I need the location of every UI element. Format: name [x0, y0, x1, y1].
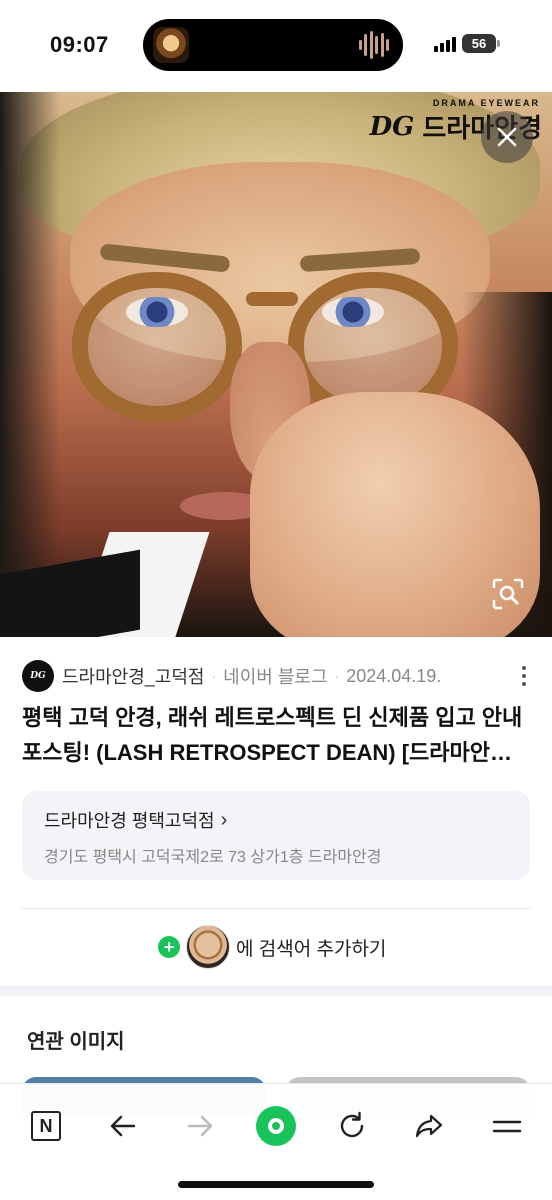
status-time: 09:07 [50, 32, 109, 57]
home-indicator[interactable] [178, 1181, 374, 1188]
back-button[interactable] [99, 1102, 147, 1150]
dynamic-island[interactable] [143, 19, 403, 71]
place-address: 경기도 평택시 고덕국제2로 73 상가1층 드라마안경 [44, 849, 382, 866]
search-thumbnail [186, 925, 230, 969]
section-separator [0, 986, 552, 996]
forward-icon [187, 1115, 213, 1137]
green-home-button[interactable] [252, 1102, 300, 1150]
place-card[interactable]: 드라마안경 평택고덕점 › 경기도 평택시 고덕국제2로 73 상가1층 드라마… [22, 791, 530, 880]
source-type: 네이버 블로그 [223, 667, 328, 687]
back-icon [110, 1115, 136, 1137]
naver-home-icon: N [31, 1111, 61, 1141]
brand-logo-mark: DG [369, 111, 415, 142]
result-title[interactable]: 평택 고덕 안경, 래쉬 레트로스펙트 딘 신제품 입고 안내 포스팅! (LA… [22, 700, 532, 770]
plus-icon: + [158, 936, 180, 958]
reload-icon [340, 1111, 364, 1138]
share-icon [415, 1114, 443, 1138]
add-search-keyword-button[interactable]: + 에 검색어 추가하기 [158, 925, 386, 969]
status-bar: 09:07 56 [0, 0, 552, 92]
green-home-icon [256, 1106, 296, 1146]
chevron-right-icon: › [220, 808, 228, 831]
hero-image[interactable]: DRAMA EYEWEAR DG 드라마안경 [0, 92, 552, 637]
add-search-label: 에 검색어 추가하기 [236, 938, 387, 960]
more-vertical-icon [522, 666, 526, 670]
result-source: DG 드라마안경_고덕점 · 네이버 블로그 · 2024.04.19. [22, 660, 532, 692]
separator-dot: · [211, 668, 217, 684]
close-icon [497, 127, 517, 147]
more-options-button[interactable] [516, 664, 532, 688]
source-logo[interactable]: DG [22, 660, 54, 692]
forward-button[interactable] [176, 1102, 224, 1150]
reload-button[interactable] [328, 1102, 376, 1150]
menu-icon [492, 1120, 522, 1133]
place-name: 드라마안경 평택고덕점 [44, 811, 215, 831]
battery-icon: 56 [462, 34, 500, 53]
related-images-title: 연관 이미지 [27, 1031, 125, 1053]
naver-home-button[interactable]: N [22, 1102, 70, 1150]
menu-button[interactable] [483, 1102, 531, 1150]
cellular-signal-icon [434, 36, 456, 52]
close-button[interactable] [481, 111, 533, 163]
divider [22, 908, 530, 909]
now-playing-artwork [153, 27, 189, 63]
image-search-icon [492, 578, 524, 610]
source-date: 2024.04.19. [346, 665, 442, 686]
image-search-button[interactable] [490, 576, 526, 612]
separator-dot: · [334, 668, 340, 684]
share-button[interactable] [405, 1102, 453, 1150]
glasses-left-lens [72, 272, 242, 422]
status-indicators: 56 [434, 34, 500, 53]
audio-waveform-icon [359, 31, 389, 59]
source-name[interactable]: 드라마안경_고덕점 [62, 663, 205, 689]
battery-level: 56 [462, 34, 496, 53]
